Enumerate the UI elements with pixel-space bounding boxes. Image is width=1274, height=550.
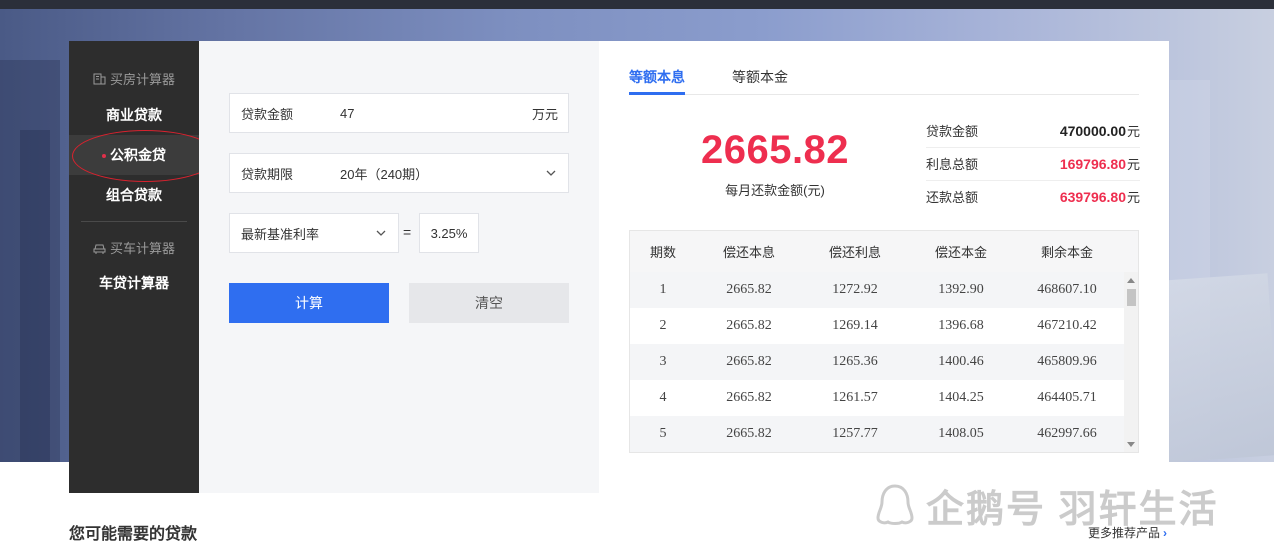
table-scrollbar[interactable] — [1124, 272, 1138, 452]
monthly-payment-label: 每月还款金额(元) — [725, 183, 825, 198]
scroll-up-arrow-icon[interactable] — [1127, 278, 1135, 283]
building-shape — [20, 130, 50, 462]
watermark: 企鹅号 羽轩生活 — [872, 480, 1219, 531]
summary-label: 利息总额 — [926, 157, 979, 172]
cell-payment: 2665.82 — [726, 318, 772, 333]
cell-interest: 1265.36 — [832, 354, 878, 369]
sidebar-item-label: 组合贷款 — [106, 187, 162, 203]
header-payment: 偿还本息 — [722, 245, 775, 260]
summary-unit: 元 — [1126, 157, 1140, 172]
cell-principal: 1392.90 — [938, 282, 984, 297]
summary-label: 贷款金额 — [926, 124, 979, 139]
recommended-loans-title: 您可能需要的贷款 — [69, 526, 198, 543]
summary-unit: 元 — [1126, 124, 1140, 139]
summary-value: 639796.80 — [1059, 188, 1126, 205]
cell-principal: 1400.46 — [938, 354, 984, 369]
loan-amount-unit: 万元 — [531, 106, 558, 122]
summary-unit: 元 — [1126, 190, 1140, 205]
car-calculator-category: 买车计算器 — [69, 238, 199, 257]
tab-equal-principal[interactable]: 等额本金 — [732, 67, 788, 87]
summary-total-repayment: 还款总额 639796.80 元 — [926, 180, 1140, 213]
watermark-text: 企鹅号 羽轩生活 — [926, 488, 1219, 531]
cell-remaining: 468607.10 — [1037, 282, 1097, 297]
summary-total-interest: 利息总额 169796.80 元 — [926, 147, 1140, 180]
repayment-schedule-table: 期数 偿还本息 偿还利息 偿还本金 剩余本金 1 2665.82 1272.92… — [629, 230, 1139, 453]
cell-period: 2 — [659, 318, 667, 333]
penguin-logo-icon — [876, 484, 914, 525]
sidebar-item-car-loan-calculator[interactable]: 车贷计算器 — [69, 263, 199, 303]
scroll-down-arrow-icon[interactable] — [1127, 442, 1135, 447]
cell-interest: 1272.92 — [832, 282, 878, 297]
cell-payment: 2665.82 — [726, 426, 772, 441]
scroll-thumb[interactable] — [1127, 289, 1136, 306]
rate-value: 3.25% — [430, 225, 468, 241]
tab-equal-installment[interactable]: 等额本息 — [629, 67, 685, 87]
sidebar-item-label: 商业贷款 — [106, 107, 162, 123]
cell-remaining: 467210.42 — [1037, 318, 1097, 333]
cell-remaining: 462997.66 — [1037, 426, 1097, 441]
cell-principal: 1408.05 — [938, 426, 984, 441]
header-interest: 偿还利息 — [828, 245, 881, 260]
car-icon — [93, 244, 106, 254]
cell-payment: 2665.82 — [726, 390, 772, 405]
calculate-button[interactable]: 计算 — [229, 283, 389, 323]
sidebar-item-label: 车贷计算器 — [99, 275, 169, 291]
cell-period: 3 — [659, 354, 667, 369]
cell-payment: 2665.82 — [726, 282, 772, 297]
rate-type-value: 最新基准利率 — [241, 226, 320, 242]
rate-input[interactable]: 3.25% — [419, 213, 479, 253]
header-period: 期数 — [649, 245, 676, 260]
cell-interest: 1269.14 — [832, 318, 878, 333]
table-row: 2 2665.82 1269.14 1396.68 467210.42 — [630, 308, 1124, 344]
cell-period: 4 — [659, 390, 667, 405]
loan-amount-input[interactable]: 47 — [340, 106, 532, 121]
rate-type-select[interactable]: 最新基准利率 — [229, 213, 399, 253]
chevron-down-icon — [376, 230, 386, 236]
chevron-down-icon — [546, 170, 556, 176]
table-row: 1 2665.82 1272.92 1392.90 468607.10 — [630, 272, 1124, 308]
top-bar — [0, 0, 1274, 9]
summary-value: 169796.80 — [1059, 155, 1126, 172]
table-header: 期数 偿还本息 偿还利息 偿还本金 剩余本金 — [630, 231, 1138, 272]
summary-label: 还款总额 — [926, 190, 979, 205]
table-row: 3 2665.82 1265.36 1400.46 465809.96 — [630, 344, 1124, 380]
loan-amount-label: 贷款金额 — [241, 106, 294, 122]
table-row: 4 2665.82 1261.57 1404.25 464405.71 — [630, 380, 1124, 416]
cell-principal: 1404.25 — [938, 390, 984, 405]
equals-sign: = — [403, 224, 412, 240]
header-principal: 偿还本金 — [934, 245, 987, 260]
monthly-payment-value: 2665.82 — [700, 128, 850, 172]
more-products-label: 更多推荐产品 — [1088, 526, 1161, 540]
summary-loan-amount: 贷款金额 470000.00 元 — [926, 114, 1140, 147]
house-category-label: 买房计算器 — [109, 72, 175, 87]
cell-principal: 1396.68 — [938, 318, 984, 333]
sidebar-item-commercial-loan[interactable]: 商业贷款 — [69, 95, 199, 135]
clear-button[interactable]: 清空 — [409, 283, 569, 323]
cell-period: 5 — [659, 426, 667, 441]
house-calculator-category: 买房计算器 — [69, 69, 199, 88]
cell-remaining: 464405.71 — [1037, 390, 1097, 405]
header-remaining: 剩余本金 — [1040, 245, 1093, 260]
calculator-sidebar: 买房计算器 商业贷款 公积金贷 组合贷款 买车计算器 车贷计算器 — [69, 41, 199, 493]
chevron-right-icon: › — [1163, 526, 1168, 540]
loan-term-value: 20年（240期） — [340, 166, 429, 182]
building-icon — [93, 73, 106, 84]
sidebar-divider — [81, 221, 187, 222]
cell-interest: 1261.57 — [832, 390, 878, 405]
more-products-link[interactable]: 更多推荐产品 › — [1088, 524, 1167, 541]
active-tab-indicator — [629, 92, 685, 95]
cell-interest: 1257.77 — [832, 426, 878, 441]
summary-value: 470000.00 — [1059, 122, 1126, 139]
cell-payment: 2665.82 — [726, 354, 772, 369]
loan-term-label: 贷款期限 — [241, 166, 294, 182]
cell-remaining: 465809.96 — [1037, 354, 1097, 369]
highlight-circle — [72, 130, 218, 182]
table-row: 5 2665.82 1257.77 1408.05 462997.66 — [630, 416, 1124, 452]
loan-term-select[interactable]: 贷款期限 20年（240期） — [229, 153, 569, 193]
tab-baseline — [629, 94, 1139, 95]
cell-period: 1 — [659, 282, 667, 297]
car-category-label: 买车计算器 — [109, 241, 175, 256]
loan-amount-field[interactable]: 贷款金额 47 万元 — [229, 93, 569, 133]
